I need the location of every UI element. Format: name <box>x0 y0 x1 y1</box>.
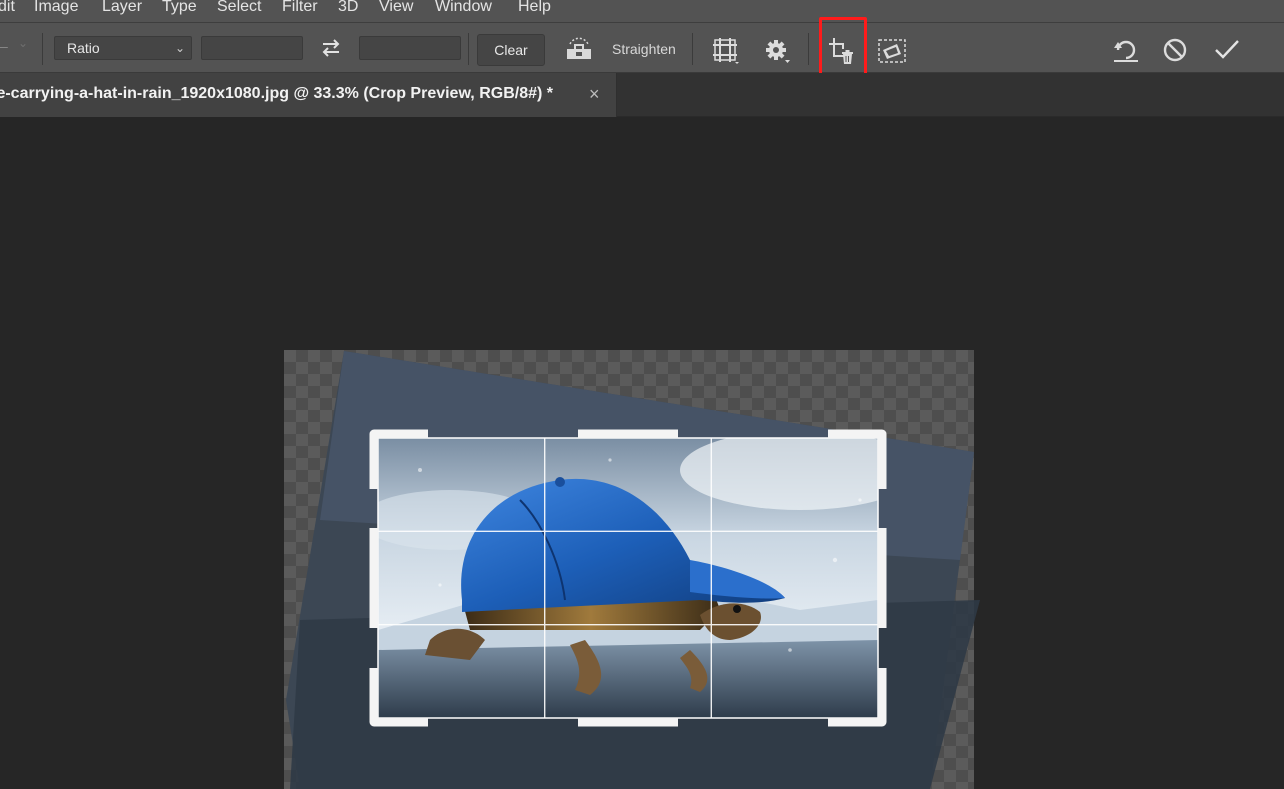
menu-view[interactable]: View <box>379 0 413 17</box>
divider <box>692 33 693 65</box>
menu-image[interactable]: Image <box>34 0 78 17</box>
aspect-ratio-value: Ratio <box>67 40 100 56</box>
grid-overlay-icon <box>713 38 739 64</box>
chevron-down-icon: ⌄ <box>18 36 29 50</box>
document-tab-bar: le-carrying-a-hat-in-rain_1920x1080.jpg … <box>0 73 1284 117</box>
tool-preset-label: – <box>0 38 8 54</box>
crop-delete-pixels-icon <box>829 38 853 64</box>
swap-arrows-icon <box>322 39 340 57</box>
menu-edit[interactable]: dit <box>0 0 15 17</box>
menu-layer[interactable]: Layer <box>102 0 142 17</box>
crop-width-field[interactable] <box>201 36 303 60</box>
crop-height-field[interactable] <box>359 36 461 60</box>
divider <box>42 33 43 65</box>
document-tab-title: le-carrying-a-hat-in-rain_1920x1080.jpg … <box>0 85 553 102</box>
straighten-button[interactable] <box>564 35 594 63</box>
divider <box>468 33 469 65</box>
reset-crop-button[interactable] <box>1110 35 1142 65</box>
menu-help[interactable]: Help <box>518 0 551 17</box>
aspect-ratio-select[interactable]: Ratio ⌄ <box>54 36 192 60</box>
canvas-scene <box>284 350 980 789</box>
straighten-label[interactable]: Straighten <box>612 41 676 57</box>
menu-3d[interactable]: 3D <box>338 0 358 17</box>
reset-arrow-icon <box>1114 40 1138 62</box>
menu-window[interactable]: Window <box>435 0 492 17</box>
cancel-crop-button[interactable] <box>1160 35 1190 65</box>
delete-cropped-pixels-toggle[interactable] <box>826 35 856 67</box>
divider <box>808 33 809 65</box>
checkmark-icon <box>1215 40 1239 59</box>
straighten-level-icon <box>567 37 591 59</box>
close-tab-icon[interactable]: × <box>589 84 600 105</box>
content-aware-fill-icon <box>878 39 906 63</box>
photoshop-window: dit Image Layer Type Select Filter 3D Vi… <box>0 0 1284 789</box>
crop-preview-image <box>378 438 878 718</box>
crop-settings-button[interactable] <box>762 35 792 65</box>
tool-preset-picker[interactable]: – ⌄ <box>0 36 28 54</box>
content-aware-toggle[interactable] <box>876 37 908 65</box>
gear-icon <box>766 40 790 63</box>
overlay-options-button[interactable] <box>710 35 740 65</box>
swap-dimensions-button[interactable] <box>316 35 346 61</box>
menu-type[interactable]: Type <box>162 0 197 17</box>
chevron-down-icon: ⌄ <box>174 41 185 55</box>
crop-options-bar: – ⌄ Ratio ⌄ Clear Straighten <box>0 22 1284 73</box>
menu-filter[interactable]: Filter <box>282 0 318 17</box>
canvas-area[interactable] <box>0 117 1284 789</box>
clear-button[interactable]: Clear <box>477 34 545 66</box>
commit-crop-button[interactable] <box>1212 35 1242 65</box>
document-tab[interactable]: le-carrying-a-hat-in-rain_1920x1080.jpg … <box>0 73 617 117</box>
menu-select[interactable]: Select <box>217 0 261 17</box>
cancel-circle-icon <box>1163 38 1187 62</box>
menu-bar: dit Image Layer Type Select Filter 3D Vi… <box>0 0 1284 22</box>
